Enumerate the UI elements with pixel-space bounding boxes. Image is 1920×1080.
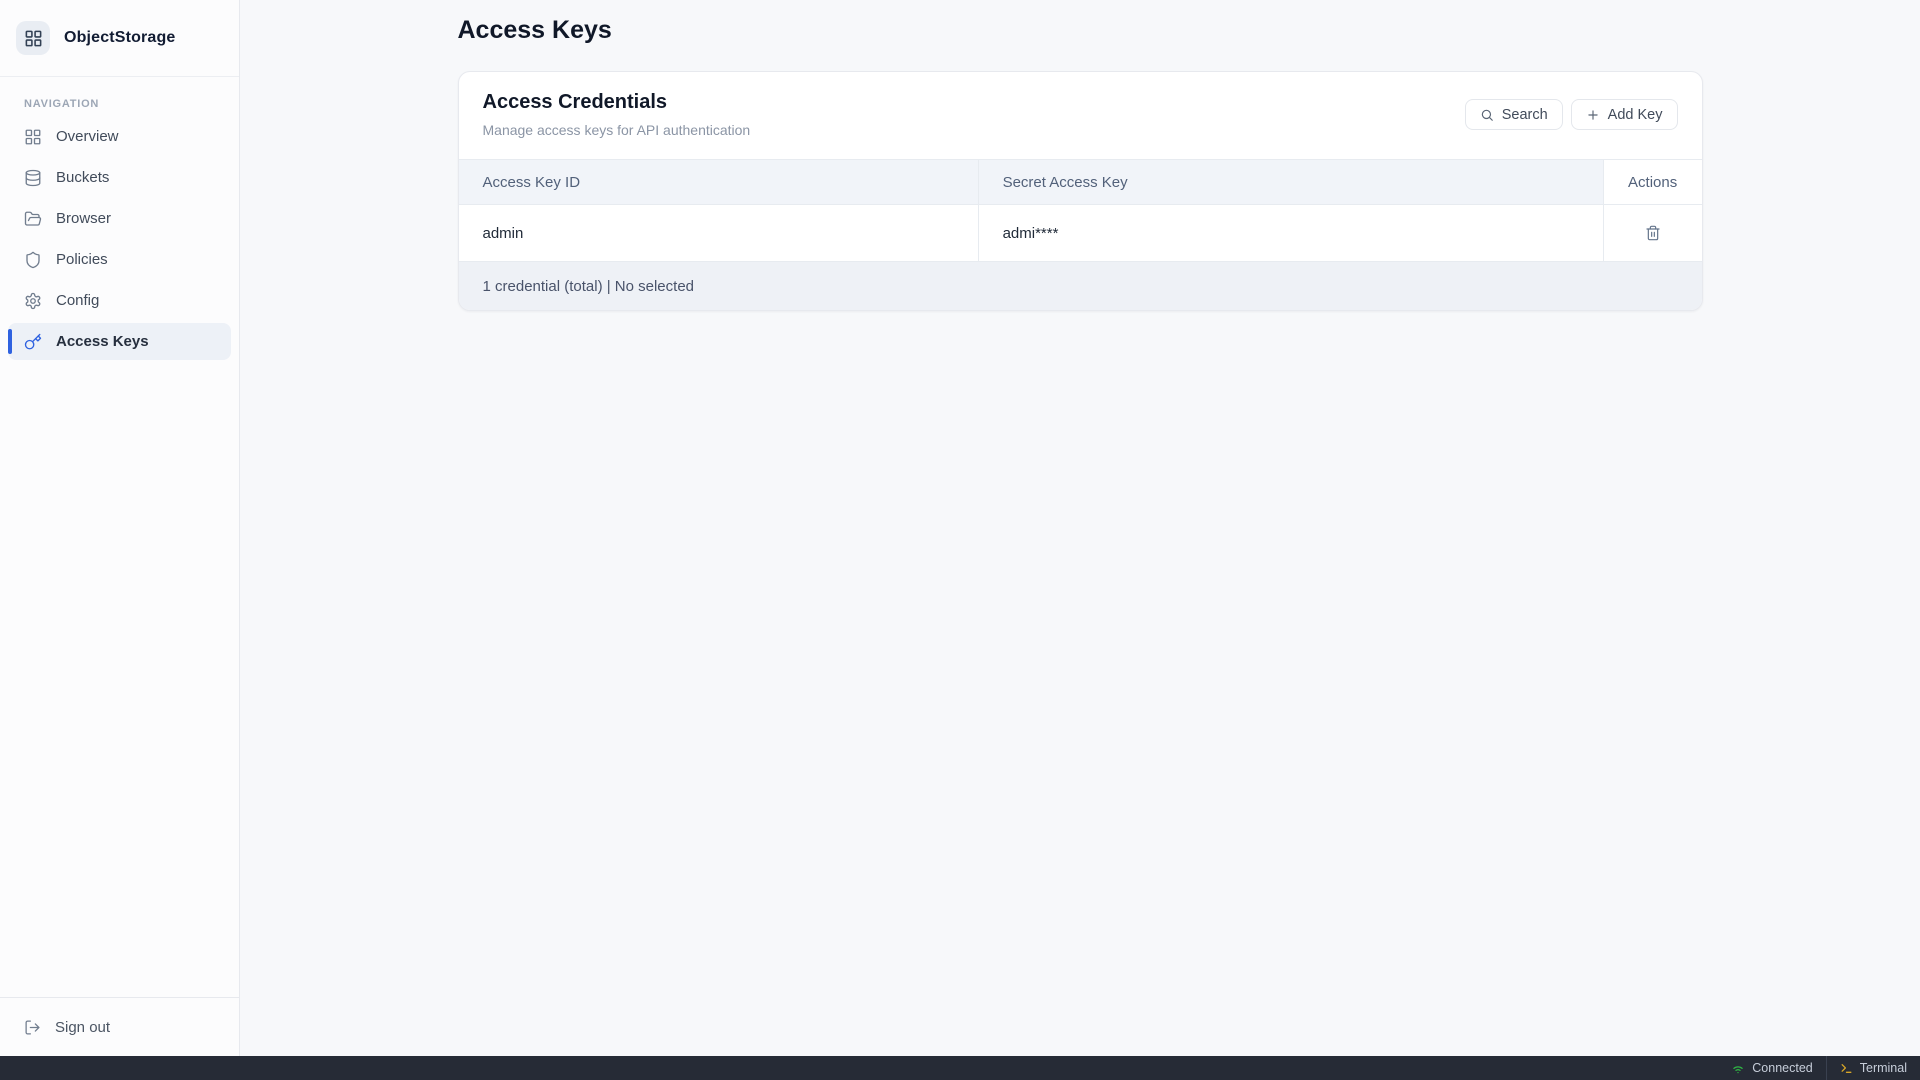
sidebar-nav: Overview Buckets Browser Policies <box>0 118 239 360</box>
sidebar-item-access-keys[interactable]: Access Keys <box>8 323 231 360</box>
connection-status: Connected <box>1718 1056 1825 1080</box>
column-header-actions: Actions <box>1603 160 1701 205</box>
search-button-label: Search <box>1502 107 1548 123</box>
sign-out-button[interactable]: Sign out <box>0 997 239 1056</box>
sidebar-item-label: Policies <box>56 251 108 268</box>
access-keys-table: Access Key ID Secret Access Key Actions … <box>459 159 1702 262</box>
table-row[interactable]: admin admi**** <box>459 205 1702 262</box>
card-title: Access Credentials <box>483 91 751 114</box>
search-button[interactable]: Search <box>1465 99 1563 130</box>
grid-icon <box>24 128 42 146</box>
page-title: Access Keys <box>458 16 1703 45</box>
access-credentials-card: Access Credentials Manage access keys fo… <box>458 71 1703 311</box>
card-subtitle: Manage access keys for API authenticatio… <box>483 122 751 138</box>
sidebar-item-overview[interactable]: Overview <box>8 118 231 155</box>
search-icon <box>1480 108 1494 122</box>
card-header: Access Credentials Manage access keys fo… <box>459 72 1702 159</box>
log-out-icon <box>24 1019 41 1036</box>
sidebar: ObjectStorage NAVIGATION Overview Bucket… <box>0 0 240 1056</box>
app-row: ObjectStorage NAVIGATION Overview Bucket… <box>0 0 1920 1056</box>
column-header-access-key-id: Access Key ID <box>459 160 979 205</box>
plus-icon <box>1586 108 1600 122</box>
delete-key-button[interactable] <box>1641 221 1665 245</box>
sidebar-item-label: Overview <box>56 128 119 145</box>
sidebar-item-label: Config <box>56 292 99 309</box>
access-key-id-cell: admin <box>459 205 979 262</box>
table-header: Access Key ID Secret Access Key Actions <box>459 160 1702 205</box>
nav-section-label: NAVIGATION <box>24 98 215 110</box>
sidebar-spacer <box>0 360 239 997</box>
card-header-actions: Search Add Key <box>1465 99 1678 130</box>
wifi-icon <box>1731 1061 1745 1075</box>
sign-out-label: Sign out <box>55 1019 110 1036</box>
actions-cell <box>1603 205 1701 262</box>
gear-icon <box>24 292 42 310</box>
sidebar-item-label: Browser <box>56 210 111 227</box>
sidebar-item-config[interactable]: Config <box>8 282 231 319</box>
sidebar-item-browser[interactable]: Browser <box>8 200 231 237</box>
app-logo <box>16 21 50 55</box>
add-key-button-label: Add Key <box>1608 107 1663 123</box>
key-icon <box>24 333 42 351</box>
sidebar-item-label: Buckets <box>56 169 109 186</box>
folder-open-icon <box>24 210 42 228</box>
main-area: Access Keys Access Credentials Manage ac… <box>240 0 1920 1056</box>
shield-icon <box>24 251 42 269</box>
trash-icon <box>1645 225 1661 241</box>
sidebar-item-buckets[interactable]: Buckets <box>8 159 231 196</box>
card-header-text: Access Credentials Manage access keys fo… <box>483 91 751 138</box>
secret-access-key-cell: admi**** <box>978 205 1603 262</box>
table-footer-status: 1 credential (total) | No selected <box>459 262 1702 310</box>
grid-logo-icon <box>24 29 43 48</box>
terminal-icon <box>1840 1062 1853 1075</box>
sidebar-header: ObjectStorage <box>0 0 239 77</box>
database-icon <box>24 169 42 187</box>
sidebar-item-label: Access Keys <box>56 333 149 350</box>
sidebar-item-policies[interactable]: Policies <box>8 241 231 278</box>
connection-status-label: Connected <box>1752 1061 1812 1075</box>
terminal-label: Terminal <box>1860 1061 1907 1075</box>
status-bar: Connected Terminal <box>0 1056 1920 1080</box>
app-title: ObjectStorage <box>64 29 175 47</box>
add-key-button[interactable]: Add Key <box>1571 99 1678 130</box>
column-header-secret-access-key: Secret Access Key <box>978 160 1603 205</box>
terminal-button[interactable]: Terminal <box>1826 1056 1920 1080</box>
content-container: Access Keys Access Credentials Manage ac… <box>458 0 1703 311</box>
